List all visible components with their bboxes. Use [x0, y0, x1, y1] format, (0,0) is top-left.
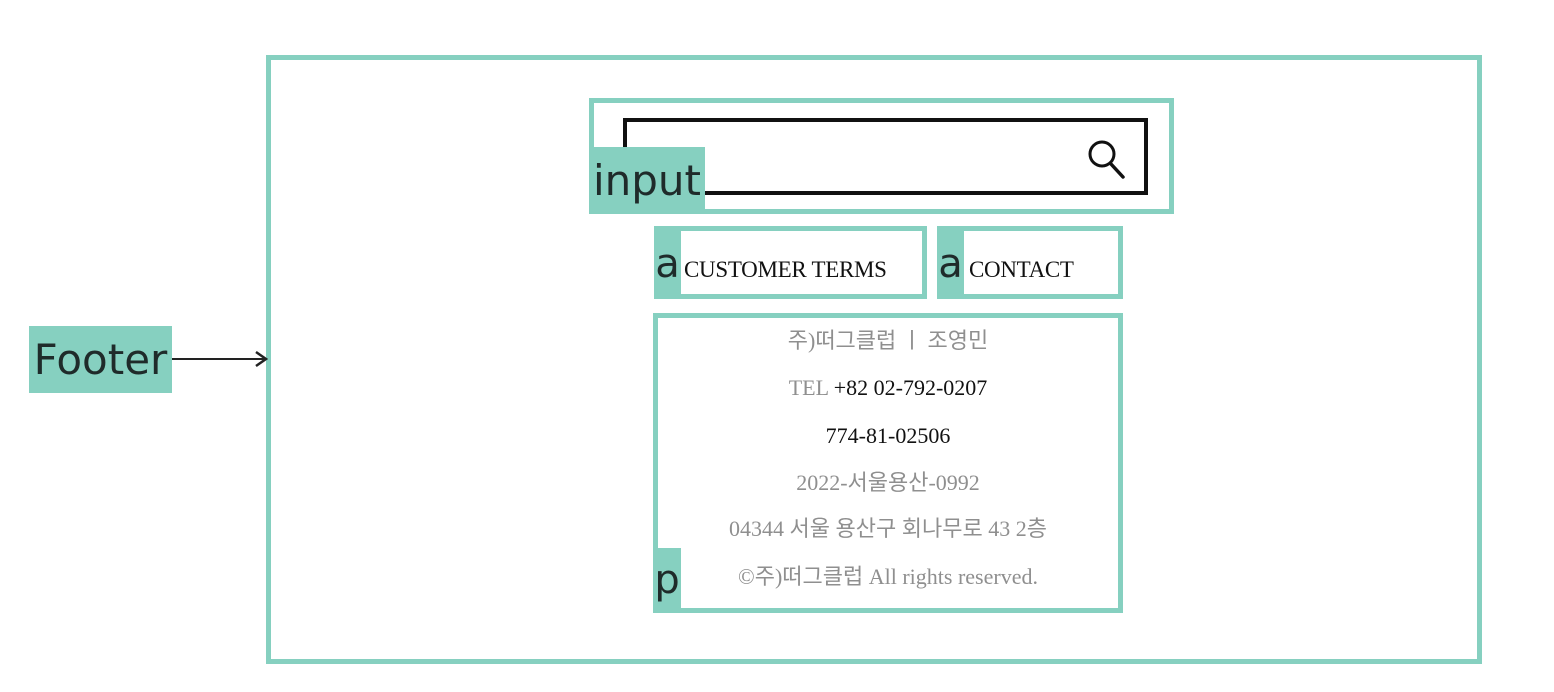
- company-name: 주)떠그클럽 ㅣ 조영민: [787, 328, 989, 353]
- copyright: ©주)떠그클럽 All rights reserved.: [738, 564, 1038, 589]
- address: 04344 서울 용산구 회나무로 43 2층: [729, 516, 1047, 541]
- paragraph-label: p: [653, 548, 681, 612]
- permit-number: 2022-서울용산-0992: [796, 470, 980, 495]
- footer-label: Footer: [29, 326, 172, 393]
- input-label: input: [589, 147, 705, 214]
- tel-number: +82 02-792-0207: [833, 375, 988, 400]
- footer-arrow-icon: [172, 350, 269, 368]
- search-icon[interactable]: [1087, 139, 1127, 181]
- tel-label: TEL: [788, 375, 834, 400]
- anchor-label-contact: a: [937, 229, 964, 298]
- tel-line: TEL +82 02-792-0207: [658, 377, 1118, 399]
- anchor-label-terms: a: [654, 229, 681, 298]
- customer-terms-link[interactable]: CUSTOMER TERMS: [684, 258, 887, 281]
- business-number: 774-81-02506: [825, 423, 951, 448]
- contact-link[interactable]: CONTACT: [969, 258, 1074, 281]
